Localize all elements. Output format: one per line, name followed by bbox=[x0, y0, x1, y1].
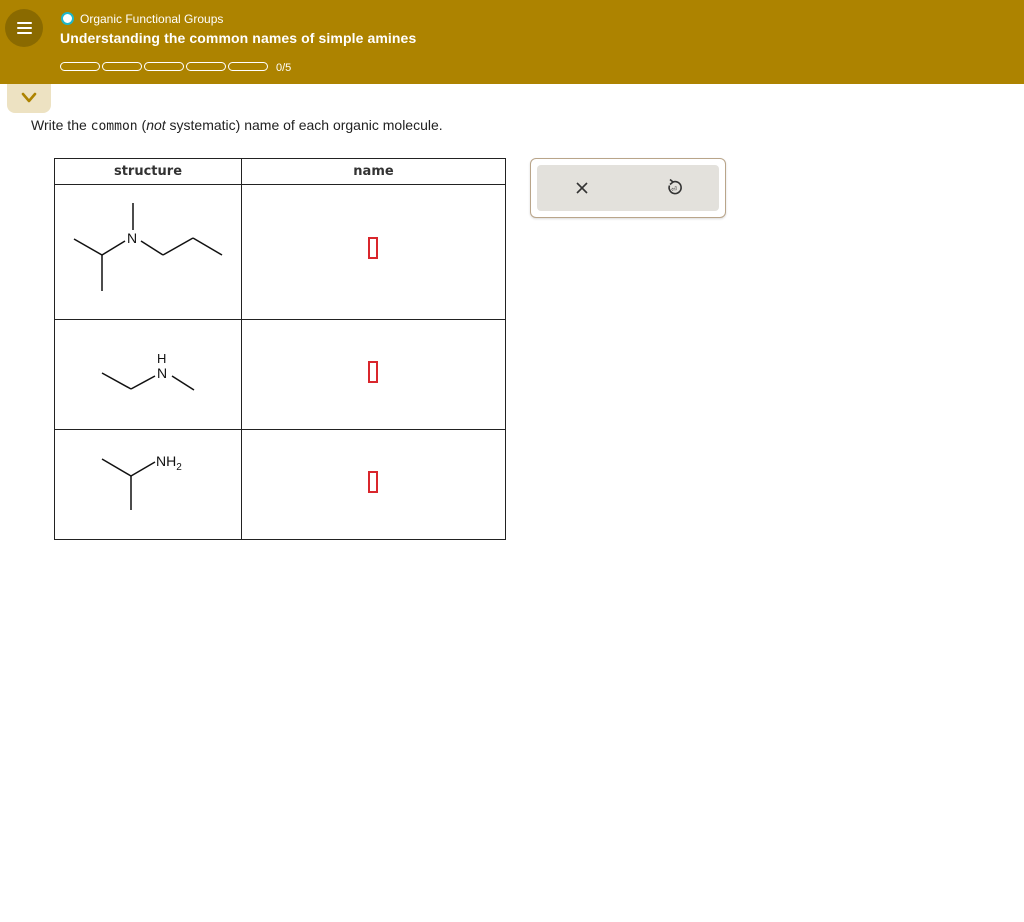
progress-segment bbox=[144, 62, 184, 71]
top-header: Organic Functional Groups Understanding … bbox=[0, 0, 1024, 84]
nitrogen-label: N bbox=[127, 230, 137, 246]
topic-label: Organic Functional Groups bbox=[80, 11, 224, 26]
clear-button[interactable] bbox=[568, 174, 596, 202]
topic-row: Organic Functional Groups bbox=[61, 11, 223, 26]
name-cell bbox=[241, 184, 506, 320]
table-row: NH2 bbox=[54, 429, 506, 540]
question-text: systematic) name of each organic molecul… bbox=[165, 117, 443, 133]
progress-segment bbox=[186, 62, 226, 71]
chevron-down-icon bbox=[21, 92, 37, 103]
answer-input[interactable] bbox=[368, 237, 378, 259]
question-emphasis: common bbox=[90, 119, 138, 134]
menu-icon-bar bbox=[17, 32, 32, 34]
collapse-toggle[interactable] bbox=[7, 84, 51, 113]
amine-group-label: NH2 bbox=[156, 453, 182, 473]
answer-input[interactable] bbox=[368, 361, 378, 383]
progress-count: 0/5 bbox=[276, 62, 292, 74]
action-toolbar: ⏎ bbox=[537, 165, 719, 211]
close-icon bbox=[576, 182, 588, 194]
molecule-structure-3: NH2 bbox=[101, 453, 182, 510]
action-panel: ⏎ bbox=[530, 158, 726, 218]
progress-segment bbox=[228, 62, 268, 71]
undo-button[interactable]: ⏎ bbox=[659, 174, 687, 202]
question-text: ( bbox=[137, 117, 147, 133]
menu-icon-bar bbox=[17, 27, 32, 29]
molecule-structure-2: H N bbox=[101, 351, 195, 391]
table-row: N bbox=[54, 184, 506, 320]
answer-input[interactable] bbox=[368, 471, 378, 493]
name-column-header: name bbox=[241, 158, 506, 185]
svg-text:⏎: ⏎ bbox=[671, 186, 677, 194]
structure-column-header: structure bbox=[54, 158, 242, 185]
progress-segment bbox=[102, 62, 142, 71]
progress-bar bbox=[60, 62, 270, 71]
question-prompt: Write the common (not systematic) name o… bbox=[31, 117, 443, 134]
molecule-table: structure name N H N NH2 bbox=[54, 158, 506, 540]
structure-cell: N bbox=[54, 184, 242, 320]
structure-cell: NH2 bbox=[54, 429, 242, 540]
hydrogen-label: H bbox=[157, 351, 166, 366]
name-cell bbox=[241, 319, 506, 430]
question-italic: not bbox=[146, 117, 166, 133]
status-circle-icon bbox=[61, 12, 74, 25]
table-header-row: structure name bbox=[54, 158, 506, 185]
structure-cell: H N bbox=[54, 319, 242, 430]
progress-segment bbox=[60, 62, 100, 71]
question-text: Write the bbox=[31, 117, 91, 133]
undo-icon: ⏎ bbox=[668, 178, 682, 195]
molecule-structure-1: N bbox=[73, 203, 223, 291]
nitrogen-label: N bbox=[157, 365, 167, 381]
page-title: Understanding the common names of simple… bbox=[60, 30, 417, 46]
menu-icon-bar bbox=[17, 22, 32, 24]
menu-button[interactable] bbox=[5, 9, 43, 47]
table-row: H N bbox=[54, 319, 506, 430]
name-cell bbox=[241, 429, 506, 540]
